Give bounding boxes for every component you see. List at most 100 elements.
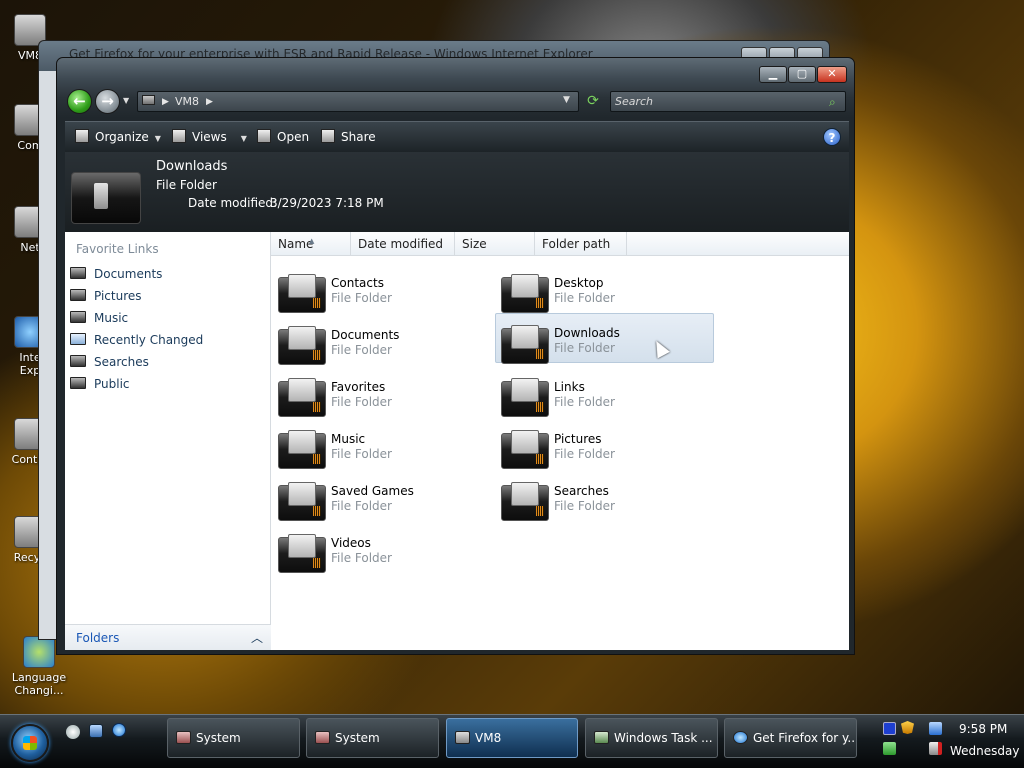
views-button[interactable]: Views ▼ [172,129,247,144]
organize-icon [75,129,89,143]
fav-link-documents[interactable]: Documents [70,264,260,284]
organize-button[interactable]: Organize ▼ [75,129,161,144]
address-dropdown-icon[interactable]: ▼ [563,95,570,105]
clock-time[interactable]: 9:58 PM [959,722,1007,736]
column-header-size[interactable]: Size [455,232,535,256]
column-header-date-modified[interactable]: Date modified [351,232,455,256]
taskbar-button-label: System [335,731,380,745]
downloads-folder-icon [501,325,549,364]
folder-name: Videos [331,536,371,550]
taskbar-button-system[interactable]: System [306,718,439,758]
desktop-folder-icon [501,274,549,313]
breadcrumb-separator-icon[interactable]: ▶ [162,97,169,107]
internet-explorer-icon[interactable] [112,723,126,737]
pictures-folder-icon [501,430,549,469]
fav-link-recently-changed[interactable]: Recently Changed [70,330,260,350]
breadcrumb-separator-icon[interactable]: ▶ [206,97,213,107]
taskbar-button-label: Get Firefox for y... [753,731,857,745]
folder-type: File Folder [331,499,392,513]
column-header-label: Size [462,237,487,251]
folder-tile-links[interactable]: Links File Folder [495,372,715,420]
folder-tile-contacts[interactable]: Contacts File Folder [272,268,492,316]
views-icon [172,129,186,143]
column-header-folder-path[interactable]: Folder path [535,232,627,256]
language-icon [23,636,55,668]
task-manager-icon [594,731,609,744]
folder-type: File Folder [331,395,392,409]
folder-tile-music[interactable]: Music File Folder [272,424,492,472]
search-icon[interactable]: ⌕ [829,95,836,110]
searches-icon [70,355,86,367]
folder-type: File Folder [331,291,392,305]
volume-muted-icon[interactable] [929,742,942,755]
share-button[interactable]: Share [321,129,376,144]
folder-name: Favorites [331,380,386,394]
breadcrumb-vm8[interactable]: VM8 [175,95,199,108]
chevron-down-icon: ▼ [154,134,161,143]
forward-button[interactable]: → [95,89,120,114]
details-modified-label: Date modified: [188,196,278,210]
clock-day[interactable]: Wednesday [950,744,1019,758]
search-box[interactable]: ⌕ [610,91,846,112]
fav-link-music[interactable]: Music [70,308,260,328]
fav-link-label: Recently Changed [94,333,204,347]
folder-tile-saved-games[interactable]: Saved Games File Folder [272,476,492,524]
fav-link-label: Music [94,311,129,325]
folder-icon [455,731,470,744]
music-icon [70,311,86,323]
folder-tile-videos[interactable]: Videos File Folder [272,528,492,576]
recent-pages-dropdown[interactable]: ▼ [123,96,129,105]
switch-windows-icon[interactable] [89,724,103,738]
music-folder-icon [278,430,326,469]
folder-tile-pictures[interactable]: Pictures File Folder [495,424,715,472]
taskbar-button-label: VM8 [475,731,502,745]
details-folder-name: Downloads [156,159,228,174]
minimize-button[interactable]: ▁ [759,66,787,83]
taskbar-button-vm8[interactable]: VM8 [446,718,578,758]
column-headers: ▲ Name Date modified Size Folder path [271,232,849,256]
public-icon [70,377,86,389]
start-button[interactable] [11,724,49,762]
taskbar-button-label: Windows Task ... [614,731,713,745]
fav-link-searches[interactable]: Searches [70,352,260,372]
folder-tile-desktop[interactable]: Desktop File Folder [495,268,715,316]
favorite-links-heading: Favorite Links [76,242,159,256]
taskbar-button-task-manager[interactable]: Windows Task ... [585,718,718,758]
fav-link-label: Documents [94,267,163,281]
views-label: Views [192,130,227,144]
taskbar-button-internet-explorer[interactable]: Get Firefox for y... [724,718,857,758]
back-button[interactable]: ← [67,89,92,114]
maximize-button[interactable]: ▢ [788,66,816,83]
fav-link-public[interactable]: Public [70,374,260,394]
show-desktop-icon[interactable] [66,725,80,739]
navigation-pane: Favorite Links Documents Pictures Music … [65,232,271,650]
folder-tile-documents[interactable]: Documents File Folder [272,320,492,368]
taskbar-button-system[interactable]: System [167,718,300,758]
folder-type: File Folder [554,499,615,513]
address-bar[interactable]: ▶ VM8 ▶ ▼ [137,91,579,112]
folder-tile-searches[interactable]: Searches File Folder [495,476,715,524]
refresh-button[interactable]: ⟳ [583,92,603,111]
folders-toggle[interactable]: Folders ︿ [65,624,271,650]
open-button[interactable]: Open [257,129,309,144]
folders-label: Folders [76,631,120,645]
explorer-window[interactable]: ▁ ▢ ✕ ← → ▼ ▶ VM8 ▶ ▼ ⟳ ⌕ Organize ▼ View… [56,57,855,655]
file-list[interactable]: ▲ Name Date modified Size Folder path Con… [271,232,849,650]
fav-link-pictures[interactable]: Pictures [70,286,260,306]
security-shield-icon[interactable] [901,721,914,734]
help-icon[interactable]: ? [823,128,841,146]
display-tray-icon[interactable] [883,722,896,735]
network-tray-icon[interactable] [929,722,942,735]
folder-name: Searches [554,484,609,498]
folder-name: Links [554,380,585,394]
details-folder-type: File Folder [156,178,217,192]
close-button[interactable]: ✕ [817,66,847,83]
folder-tile-favorites[interactable]: Favorites File Folder [272,372,492,420]
column-header-name[interactable]: ▲ Name [271,232,351,256]
folder-type: File Folder [554,341,615,355]
folder-tile-downloads[interactable]: Downloads File Folder [495,313,714,364]
folder-type: File Folder [331,551,392,565]
update-tray-icon[interactable] [883,742,896,755]
search-input[interactable] [615,94,815,109]
documents-folder-icon [278,326,326,365]
